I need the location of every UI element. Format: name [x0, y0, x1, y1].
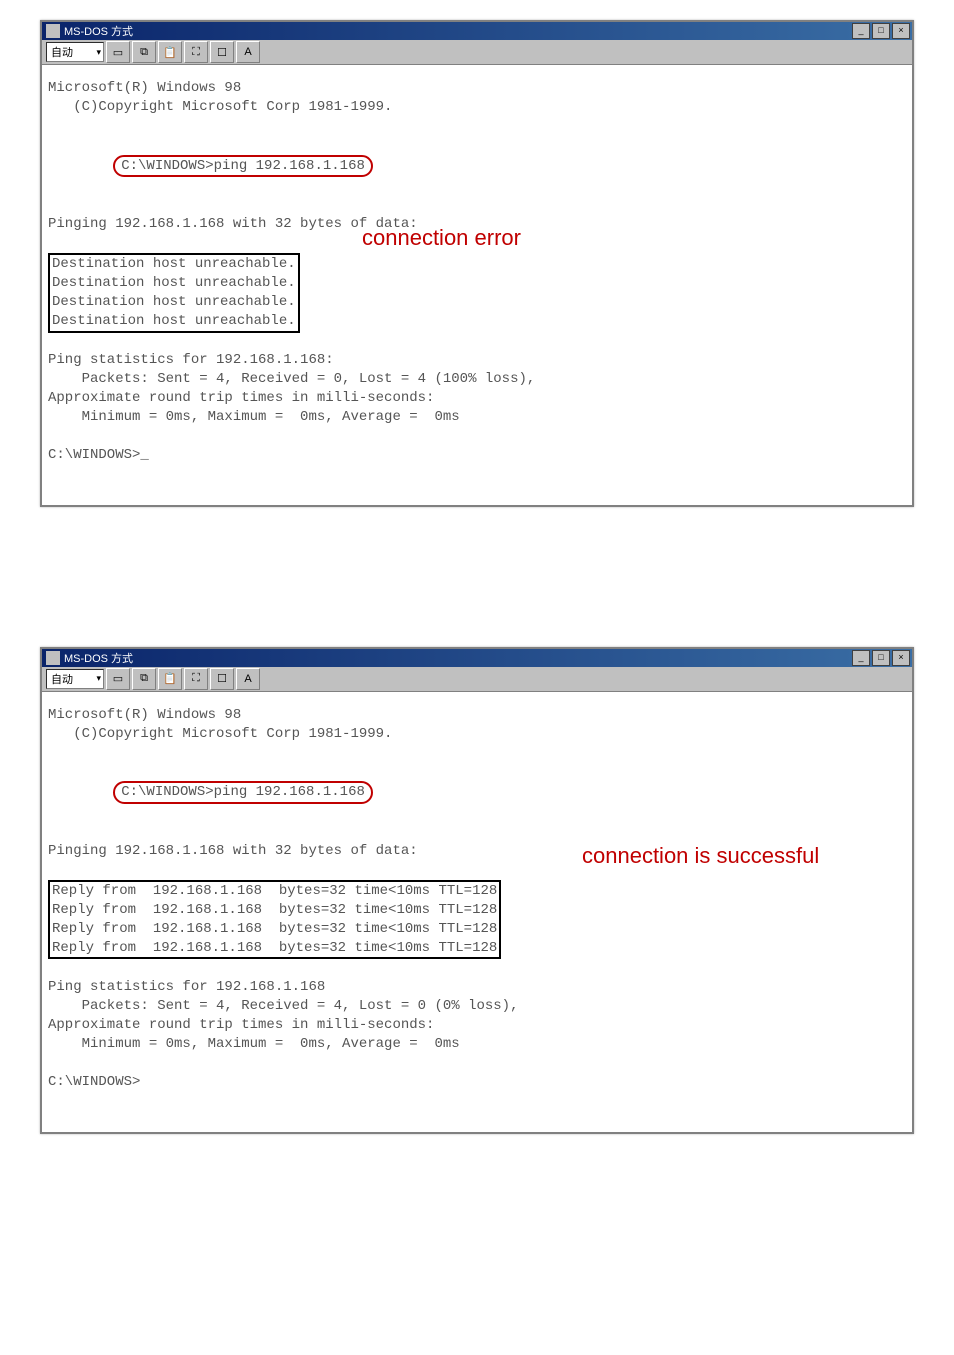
paste-icon[interactable]: 📋	[158, 668, 182, 690]
reply-line: Reply from 192.168.1.168 bytes=32 time<1…	[52, 939, 497, 958]
titlebar[interactable]: MS-DOS 方式 _ □ ×	[42, 22, 912, 40]
mark-icon[interactable]: ▭	[106, 668, 130, 690]
toolbar: 自动 ▭ ⧉ 📋 ⛶ ☐ A	[42, 667, 912, 692]
properties-icon[interactable]: ☐	[210, 41, 234, 63]
command-line: C:\WINDOWS>ping 192.168.1.168	[48, 762, 906, 823]
annotation-error: connection error	[362, 223, 521, 253]
fullscreen-icon[interactable]: ⛶	[184, 668, 208, 690]
terminal-output[interactable]: Microsoft(R) Windows 98 (C)Copyright Mic…	[42, 65, 912, 505]
stats-rtt: Approximate round trip times in milli-se…	[48, 1016, 906, 1035]
command-highlight: C:\WINDOWS>ping 192.168.1.168	[113, 155, 373, 178]
toolbar: 自动 ▭ ⧉ 📋 ⛶ ☐ A	[42, 40, 912, 65]
fullscreen-icon[interactable]: ⛶	[184, 41, 208, 63]
window-title: MS-DOS 方式	[64, 650, 133, 666]
reply-line: Destination host unreachable.	[52, 255, 296, 274]
stats-header: Ping statistics for 192.168.1.168	[48, 978, 906, 997]
stats-header: Ping statistics for 192.168.1.168:	[48, 351, 906, 370]
stats-packets: Packets: Sent = 4, Received = 0, Lost = …	[48, 370, 906, 389]
reply-line: Destination host unreachable.	[52, 312, 296, 331]
command-line: C:\WINDOWS>ping 192.168.1.168	[48, 136, 906, 197]
font-icon[interactable]: A	[236, 41, 260, 63]
window-title: MS-DOS 方式	[64, 23, 133, 39]
minimize-button[interactable]: _	[852, 23, 870, 39]
terminal-output[interactable]: Microsoft(R) Windows 98 (C)Copyright Mic…	[42, 692, 912, 1132]
minimize-button[interactable]: _	[852, 650, 870, 666]
properties-icon[interactable]: ☐	[210, 668, 234, 690]
reply-line: Reply from 192.168.1.168 bytes=32 time<1…	[52, 882, 497, 901]
annotation-success: connection is successful	[582, 842, 819, 871]
final-prompt: C:\WINDOWS>	[48, 1073, 906, 1092]
command-highlight: C:\WINDOWS>ping 192.168.1.168	[113, 781, 373, 804]
titlebar[interactable]: MS-DOS 方式 _ □ ×	[42, 649, 912, 667]
reply-highlight: Reply from 192.168.1.168 bytes=32 time<1…	[48, 880, 501, 960]
font-size-select[interactable]: 自动	[46, 669, 104, 689]
reply-block: Destination host unreachable. Destinatio…	[48, 253, 906, 333]
stats-values: Minimum = 0ms, Maximum = 0ms, Average = …	[48, 1035, 906, 1054]
close-button[interactable]: ×	[892, 23, 910, 39]
font-size-select[interactable]: 自动	[46, 42, 104, 62]
copy-icon[interactable]: ⧉	[132, 41, 156, 63]
copy-icon[interactable]: ⧉	[132, 668, 156, 690]
reply-line: Destination host unreachable.	[52, 274, 296, 293]
close-button[interactable]: ×	[892, 650, 910, 666]
font-icon[interactable]: A	[236, 668, 260, 690]
stats-values: Minimum = 0ms, Maximum = 0ms, Average = …	[48, 408, 906, 427]
dos-window-error: MS-DOS 方式 _ □ × 自动 ▭ ⧉ 📋 ⛶ ☐ A Microsoft…	[40, 20, 914, 507]
copyright-line: (C)Copyright Microsoft Corp 1981-1999.	[48, 725, 906, 744]
reply-line: Reply from 192.168.1.168 bytes=32 time<1…	[52, 901, 497, 920]
stats-rtt: Approximate round trip times in milli-se…	[48, 389, 906, 408]
maximize-button[interactable]: □	[872, 23, 890, 39]
dos-window-success: MS-DOS 方式 _ □ × 自动 ▭ ⧉ 📋 ⛶ ☐ A Microsoft…	[40, 647, 914, 1134]
os-header: Microsoft(R) Windows 98	[48, 706, 906, 725]
paste-icon[interactable]: 📋	[158, 41, 182, 63]
stats-packets: Packets: Sent = 4, Received = 4, Lost = …	[48, 997, 906, 1016]
mark-icon[interactable]: ▭	[106, 41, 130, 63]
reply-line: Destination host unreachable.	[52, 293, 296, 312]
reply-block: Reply from 192.168.1.168 bytes=32 time<1…	[48, 880, 906, 960]
reply-highlight: Destination host unreachable. Destinatio…	[48, 253, 300, 333]
app-icon	[46, 651, 60, 665]
os-header: Microsoft(R) Windows 98	[48, 79, 906, 98]
final-prompt: C:\WINDOWS>_	[48, 446, 906, 465]
copyright-line: (C)Copyright Microsoft Corp 1981-1999.	[48, 98, 906, 117]
reply-line: Reply from 192.168.1.168 bytes=32 time<1…	[52, 920, 497, 939]
app-icon	[46, 24, 60, 38]
maximize-button[interactable]: □	[872, 650, 890, 666]
